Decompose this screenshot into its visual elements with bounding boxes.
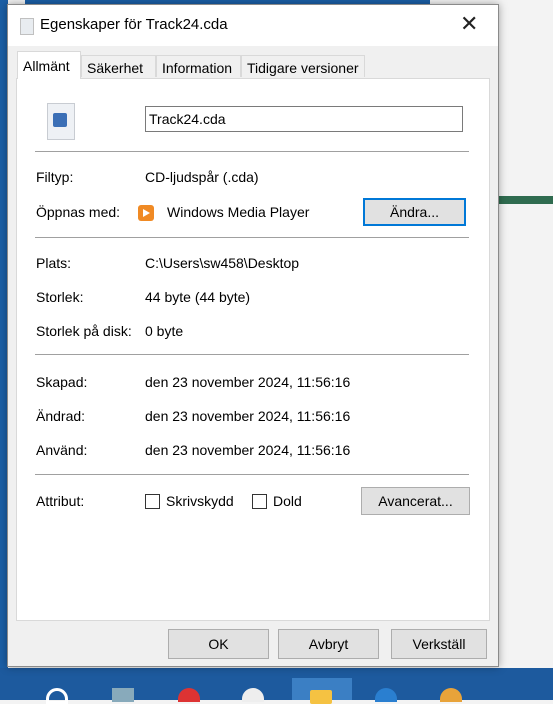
divider [35, 151, 469, 152]
windows-media-player-icon [138, 205, 154, 221]
window-title: Egenskaper för Track24.cda [40, 16, 228, 33]
search-icon[interactable] [46, 688, 68, 704]
hidden-label: Dold [273, 493, 302, 509]
opens-with-label: Öppnas med: [36, 204, 121, 220]
readonly-checkbox[interactable] [145, 494, 160, 509]
cancel-button[interactable]: Avbryt [278, 629, 379, 659]
attributes-label: Attribut: [36, 493, 85, 509]
location-value: C:\Users\sw458\Desktop [145, 255, 300, 271]
opens-with-value: Windows Media Player [167, 204, 310, 220]
file-name-input[interactable] [145, 106, 463, 132]
change-button[interactable]: Ändra... [363, 198, 466, 226]
divider [35, 237, 469, 238]
hidden-checkbox[interactable] [252, 494, 267, 509]
file-icon [20, 18, 34, 35]
divider [35, 474, 469, 475]
title-bar: Egenskaper för Track24.cda ✕ [8, 5, 498, 46]
tab-security[interactable]: Säkerhet [81, 55, 156, 77]
tab-information[interactable]: Information [156, 55, 241, 77]
properties-dialog: Egenskaper för Track24.cda ✕ Allmänt Säk… [7, 4, 499, 667]
accessed-value: den 23 november 2024, 11:56:16 [145, 442, 351, 458]
divider [35, 354, 469, 355]
tab-previous-versions[interactable]: Tidigare versioner [241, 55, 365, 77]
folder-icon[interactable] [310, 690, 332, 704]
background-window-edge [497, 196, 553, 204]
size-on-disk-label: Storlek på disk: [36, 323, 132, 339]
accessed-label: Använd: [36, 442, 88, 458]
size-value: 44 byte (44 byte) [145, 289, 251, 305]
readonly-label: Skrivskydd [166, 493, 234, 509]
file-type-value: CD-ljudspår (.cda) [145, 169, 259, 185]
tab-general[interactable]: Allmänt [17, 51, 81, 79]
created-label: Skapad: [36, 374, 88, 390]
ok-button[interactable]: OK [168, 629, 269, 659]
apply-button[interactable]: Verkställ [391, 629, 487, 659]
modified-label: Ändrad: [36, 408, 86, 424]
general-panel: Filtyp: CD-ljudspår (.cda) Öppnas med: W… [16, 78, 490, 621]
file-type-label: Filtyp: [36, 169, 74, 185]
size-on-disk-value: 0 byte [145, 323, 184, 339]
created-value: den 23 november 2024, 11:56:16 [145, 374, 351, 390]
location-label: Plats: [36, 255, 72, 271]
close-icon[interactable]: ✕ [460, 11, 478, 37]
taskbar [0, 668, 553, 700]
size-label: Storlek: [36, 289, 84, 305]
modified-value: den 23 november 2024, 11:56:16 [145, 408, 351, 424]
advanced-button[interactable]: Avancerat... [361, 487, 470, 515]
cd-audio-file-icon [47, 103, 75, 140]
